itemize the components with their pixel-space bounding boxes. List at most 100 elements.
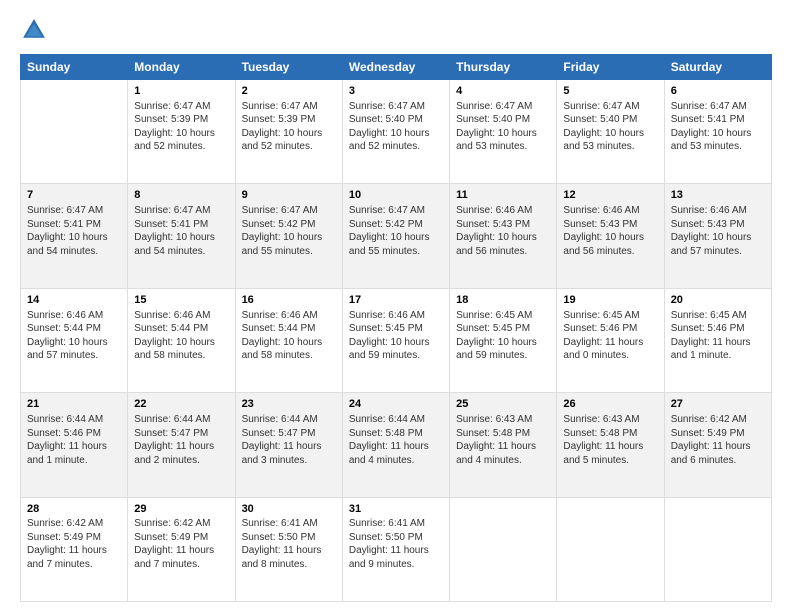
- day-number: 7: [27, 188, 121, 203]
- day-info: Sunrise: 6:47 AM Sunset: 5:40 PM Dayligh…: [456, 100, 550, 154]
- day-number: 4: [456, 84, 550, 99]
- day-info: Sunrise: 6:47 AM Sunset: 5:41 PM Dayligh…: [671, 100, 765, 154]
- day-number: 20: [671, 293, 765, 308]
- day-info: Sunrise: 6:47 AM Sunset: 5:41 PM Dayligh…: [27, 204, 121, 258]
- calendar-cell: 14Sunrise: 6:46 AM Sunset: 5:44 PM Dayli…: [21, 288, 128, 392]
- day-number: 13: [671, 188, 765, 203]
- calendar-cell: 30Sunrise: 6:41 AM Sunset: 5:50 PM Dayli…: [235, 497, 342, 601]
- calendar-cell: [21, 80, 128, 184]
- day-number: 8: [134, 188, 228, 203]
- calendar-cell: 23Sunrise: 6:44 AM Sunset: 5:47 PM Dayli…: [235, 393, 342, 497]
- calendar-cell: 15Sunrise: 6:46 AM Sunset: 5:44 PM Dayli…: [128, 288, 235, 392]
- day-info: Sunrise: 6:41 AM Sunset: 5:50 PM Dayligh…: [349, 517, 443, 571]
- day-info: Sunrise: 6:47 AM Sunset: 5:40 PM Dayligh…: [563, 100, 657, 154]
- week-row-1: 1Sunrise: 6:47 AM Sunset: 5:39 PM Daylig…: [21, 80, 772, 184]
- day-info: Sunrise: 6:45 AM Sunset: 5:46 PM Dayligh…: [563, 309, 657, 363]
- day-number: 19: [563, 293, 657, 308]
- day-info: Sunrise: 6:46 AM Sunset: 5:44 PM Dayligh…: [242, 309, 336, 363]
- week-row-5: 28Sunrise: 6:42 AM Sunset: 5:49 PM Dayli…: [21, 497, 772, 601]
- day-number: 3: [349, 84, 443, 99]
- calendar-cell: 28Sunrise: 6:42 AM Sunset: 5:49 PM Dayli…: [21, 497, 128, 601]
- day-number: 6: [671, 84, 765, 99]
- day-info: Sunrise: 6:44 AM Sunset: 5:48 PM Dayligh…: [349, 413, 443, 467]
- calendar-cell: 4Sunrise: 6:47 AM Sunset: 5:40 PM Daylig…: [450, 80, 557, 184]
- day-info: Sunrise: 6:46 AM Sunset: 5:43 PM Dayligh…: [456, 204, 550, 258]
- calendar-cell: [557, 497, 664, 601]
- day-info: Sunrise: 6:46 AM Sunset: 5:44 PM Dayligh…: [134, 309, 228, 363]
- day-number: 30: [242, 502, 336, 517]
- day-number: 16: [242, 293, 336, 308]
- day-number: 11: [456, 188, 550, 203]
- day-info: Sunrise: 6:46 AM Sunset: 5:44 PM Dayligh…: [27, 309, 121, 363]
- calendar-cell: 8Sunrise: 6:47 AM Sunset: 5:41 PM Daylig…: [128, 184, 235, 288]
- day-info: Sunrise: 6:41 AM Sunset: 5:50 PM Dayligh…: [242, 517, 336, 571]
- day-number: 25: [456, 397, 550, 412]
- day-number: 5: [563, 84, 657, 99]
- calendar-cell: 10Sunrise: 6:47 AM Sunset: 5:42 PM Dayli…: [342, 184, 449, 288]
- day-number: 29: [134, 502, 228, 517]
- calendar-cell: 25Sunrise: 6:43 AM Sunset: 5:48 PM Dayli…: [450, 393, 557, 497]
- calendar-cell: 12Sunrise: 6:46 AM Sunset: 5:43 PM Dayli…: [557, 184, 664, 288]
- day-number: 23: [242, 397, 336, 412]
- calendar-cell: 21Sunrise: 6:44 AM Sunset: 5:46 PM Dayli…: [21, 393, 128, 497]
- calendar-cell: 24Sunrise: 6:44 AM Sunset: 5:48 PM Dayli…: [342, 393, 449, 497]
- calendar-cell: 1Sunrise: 6:47 AM Sunset: 5:39 PM Daylig…: [128, 80, 235, 184]
- header-row: SundayMondayTuesdayWednesdayThursdayFrid…: [21, 55, 772, 80]
- calendar-cell: 19Sunrise: 6:45 AM Sunset: 5:46 PM Dayli…: [557, 288, 664, 392]
- calendar-cell: 22Sunrise: 6:44 AM Sunset: 5:47 PM Dayli…: [128, 393, 235, 497]
- day-info: Sunrise: 6:47 AM Sunset: 5:39 PM Dayligh…: [134, 100, 228, 154]
- day-info: Sunrise: 6:47 AM Sunset: 5:40 PM Dayligh…: [349, 100, 443, 154]
- day-number: 14: [27, 293, 121, 308]
- day-header-saturday: Saturday: [664, 55, 771, 80]
- day-info: Sunrise: 6:46 AM Sunset: 5:43 PM Dayligh…: [563, 204, 657, 258]
- day-header-tuesday: Tuesday: [235, 55, 342, 80]
- calendar-cell: 18Sunrise: 6:45 AM Sunset: 5:45 PM Dayli…: [450, 288, 557, 392]
- day-header-friday: Friday: [557, 55, 664, 80]
- week-row-4: 21Sunrise: 6:44 AM Sunset: 5:46 PM Dayli…: [21, 393, 772, 497]
- week-row-3: 14Sunrise: 6:46 AM Sunset: 5:44 PM Dayli…: [21, 288, 772, 392]
- day-info: Sunrise: 6:47 AM Sunset: 5:42 PM Dayligh…: [242, 204, 336, 258]
- day-info: Sunrise: 6:46 AM Sunset: 5:45 PM Dayligh…: [349, 309, 443, 363]
- day-info: Sunrise: 6:42 AM Sunset: 5:49 PM Dayligh…: [671, 413, 765, 467]
- calendar-cell: 31Sunrise: 6:41 AM Sunset: 5:50 PM Dayli…: [342, 497, 449, 601]
- day-info: Sunrise: 6:44 AM Sunset: 5:47 PM Dayligh…: [242, 413, 336, 467]
- day-number: 10: [349, 188, 443, 203]
- day-info: Sunrise: 6:43 AM Sunset: 5:48 PM Dayligh…: [456, 413, 550, 467]
- calendar-cell: [664, 497, 771, 601]
- calendar-cell: 6Sunrise: 6:47 AM Sunset: 5:41 PM Daylig…: [664, 80, 771, 184]
- day-info: Sunrise: 6:43 AM Sunset: 5:48 PM Dayligh…: [563, 413, 657, 467]
- calendar-cell: 9Sunrise: 6:47 AM Sunset: 5:42 PM Daylig…: [235, 184, 342, 288]
- day-number: 2: [242, 84, 336, 99]
- calendar-cell: 11Sunrise: 6:46 AM Sunset: 5:43 PM Dayli…: [450, 184, 557, 288]
- calendar-cell: 26Sunrise: 6:43 AM Sunset: 5:48 PM Dayli…: [557, 393, 664, 497]
- calendar-cell: 7Sunrise: 6:47 AM Sunset: 5:41 PM Daylig…: [21, 184, 128, 288]
- day-header-sunday: Sunday: [21, 55, 128, 80]
- calendar-cell: 2Sunrise: 6:47 AM Sunset: 5:39 PM Daylig…: [235, 80, 342, 184]
- day-info: Sunrise: 6:46 AM Sunset: 5:43 PM Dayligh…: [671, 204, 765, 258]
- day-number: 31: [349, 502, 443, 517]
- day-number: 15: [134, 293, 228, 308]
- day-number: 17: [349, 293, 443, 308]
- day-number: 12: [563, 188, 657, 203]
- logo: [20, 16, 52, 44]
- day-info: Sunrise: 6:47 AM Sunset: 5:42 PM Dayligh…: [349, 204, 443, 258]
- page: SundayMondayTuesdayWednesdayThursdayFrid…: [0, 0, 792, 612]
- calendar-cell: 16Sunrise: 6:46 AM Sunset: 5:44 PM Dayli…: [235, 288, 342, 392]
- day-number: 24: [349, 397, 443, 412]
- day-header-thursday: Thursday: [450, 55, 557, 80]
- calendar-cell: 29Sunrise: 6:42 AM Sunset: 5:49 PM Dayli…: [128, 497, 235, 601]
- day-number: 18: [456, 293, 550, 308]
- day-info: Sunrise: 6:44 AM Sunset: 5:47 PM Dayligh…: [134, 413, 228, 467]
- logo-icon: [20, 16, 48, 44]
- day-header-wednesday: Wednesday: [342, 55, 449, 80]
- calendar-cell: 20Sunrise: 6:45 AM Sunset: 5:46 PM Dayli…: [664, 288, 771, 392]
- day-number: 27: [671, 397, 765, 412]
- day-info: Sunrise: 6:47 AM Sunset: 5:41 PM Dayligh…: [134, 204, 228, 258]
- day-number: 1: [134, 84, 228, 99]
- day-info: Sunrise: 6:45 AM Sunset: 5:46 PM Dayligh…: [671, 309, 765, 363]
- calendar-cell: 3Sunrise: 6:47 AM Sunset: 5:40 PM Daylig…: [342, 80, 449, 184]
- day-info: Sunrise: 6:42 AM Sunset: 5:49 PM Dayligh…: [134, 517, 228, 571]
- calendar-cell: 27Sunrise: 6:42 AM Sunset: 5:49 PM Dayli…: [664, 393, 771, 497]
- day-number: 26: [563, 397, 657, 412]
- calendar-cell: 5Sunrise: 6:47 AM Sunset: 5:40 PM Daylig…: [557, 80, 664, 184]
